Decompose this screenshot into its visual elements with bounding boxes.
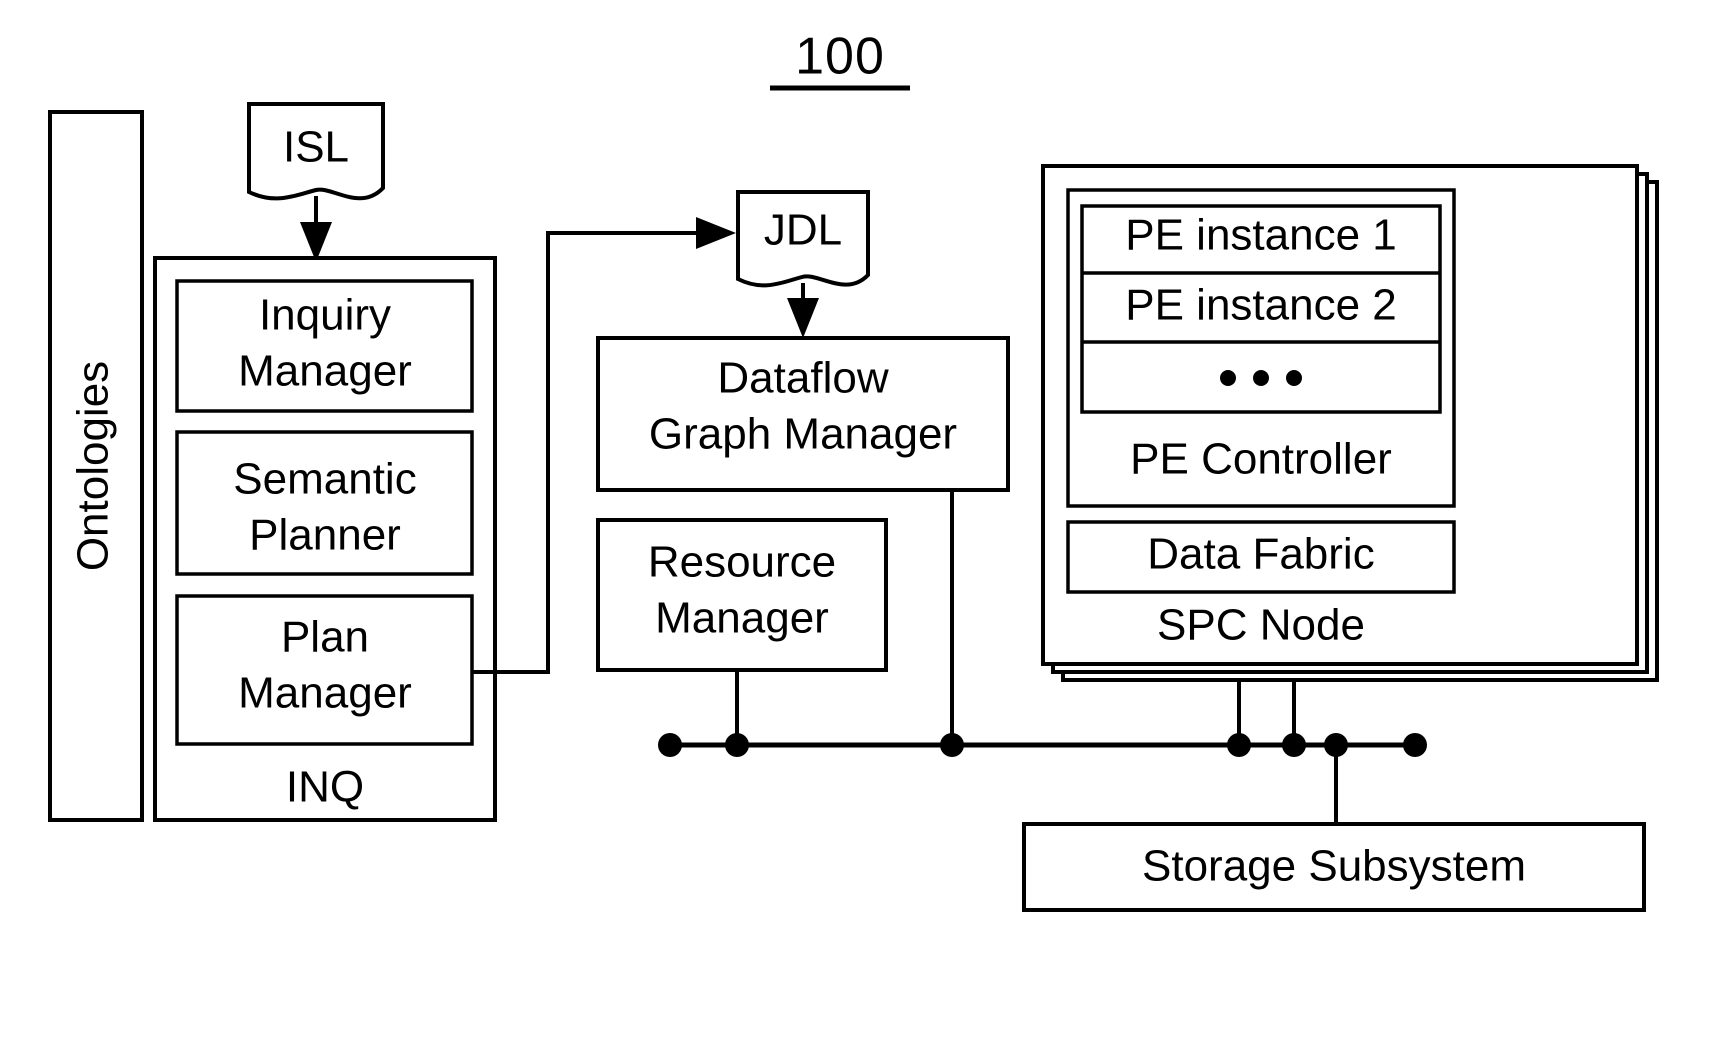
dataflow-graph-manager-box[interactable]: Dataflow Graph Manager	[596, 336, 1010, 492]
dataflow-graph-manager-label-line1: Dataflow	[717, 354, 888, 403]
system-bus[interactable]	[658, 733, 1427, 757]
jdl-label: JDL	[764, 206, 842, 255]
semantic-planner-box[interactable]: Semantic Planner	[175, 430, 474, 576]
ellipsis-dot-3	[1286, 370, 1302, 386]
bus-dot-1	[658, 733, 682, 757]
ontologies-label: Ontologies	[69, 361, 118, 571]
ellipsis-dot-2	[1253, 370, 1269, 386]
figure-number: 100	[770, 28, 910, 91]
storage-subsystem-box[interactable]: Storage Subsystem	[1022, 822, 1646, 912]
jdl-document[interactable]: JDL	[736, 190, 870, 288]
pe-instance-2-label: PE instance 2	[1125, 281, 1397, 330]
resource-manager-label-line1: Resource	[648, 538, 836, 587]
ontologies-box[interactable]: Ontologies	[48, 110, 144, 822]
inquiry-manager-label-line1: Inquiry	[259, 291, 391, 340]
bus-dot-7	[1403, 733, 1427, 757]
isl-label: ISL	[283, 123, 349, 172]
inquiry-manager-box[interactable]: Inquiry Manager	[175, 279, 474, 413]
bus-dot-2	[725, 733, 749, 757]
storage-subsystem-label: Storage Subsystem	[1142, 842, 1526, 891]
plan-manager-label-line2: Manager	[238, 669, 412, 718]
pe-controller-box[interactable]: PE instance 1 PE instance 2 PE Controlle…	[1066, 188, 1456, 508]
plan-manager-box[interactable]: Plan Manager	[175, 594, 474, 746]
figure-diagram-100: 100 Ontologies ISL Inquiry Manager Seman…	[0, 0, 1727, 1037]
plan-manager-label-line1: Plan	[281, 613, 369, 662]
bus-dot-3	[940, 733, 964, 757]
dataflow-graph-manager-label-line2: Graph Manager	[649, 410, 957, 459]
spc-node-label: SPC Node	[1157, 601, 1365, 650]
inquiry-manager-label-line2: Manager	[238, 347, 412, 396]
inq-label: INQ	[286, 763, 364, 812]
figure-number-label: 100	[795, 28, 885, 86]
ellipsis-dot-1	[1220, 370, 1236, 386]
pe-instance-ellipsis	[1220, 370, 1302, 386]
pe-controller-label: PE Controller	[1130, 435, 1392, 484]
pe-instances-group: PE instance 1 PE instance 2	[1080, 204, 1442, 414]
spc-node-stack[interactable]: PE instance 1 PE instance 2 PE Controlle…	[1041, 164, 1659, 682]
bus-dot-4	[1227, 733, 1251, 757]
connector-plan-manager-arrowhead	[696, 217, 736, 249]
bus-dot-5	[1282, 733, 1306, 757]
connector-jdl-to-dataflow-graph-manager	[787, 283, 819, 338]
pe-instance-1-label: PE instance 1	[1125, 211, 1397, 260]
isl-document[interactable]: ISL	[247, 102, 385, 201]
resource-manager-label-line2: Manager	[655, 594, 829, 643]
data-fabric-label: Data Fabric	[1147, 530, 1374, 579]
semantic-planner-label-line2: Planner	[249, 511, 401, 560]
resource-manager-box[interactable]: Resource Manager	[596, 518, 888, 672]
data-fabric-box[interactable]: Data Fabric	[1066, 520, 1456, 594]
semantic-planner-label-line1: Semantic	[233, 455, 416, 504]
connector-jdl-arrowhead	[787, 298, 819, 338]
diagram-canvas: 100 Ontologies ISL Inquiry Manager Seman…	[48, 28, 1659, 912]
connector-isl-to-inquiry-manager	[300, 196, 332, 262]
inq-box[interactable]: Inquiry Manager Semantic Planner Plan Ma…	[153, 256, 497, 822]
